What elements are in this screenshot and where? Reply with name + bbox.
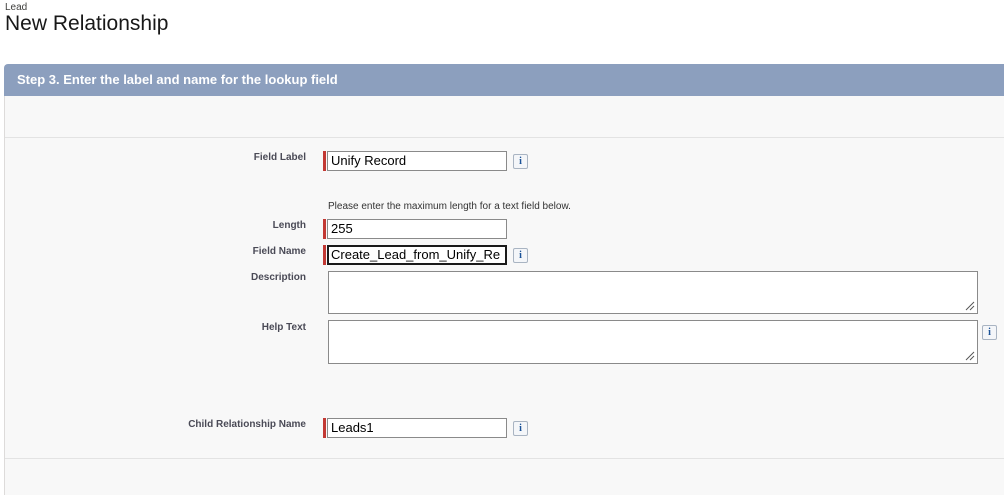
required-marker xyxy=(323,418,326,438)
description-textarea[interactable] xyxy=(328,271,978,314)
field-name-input[interactable]: Create_Lead_from_Unify_Re xyxy=(327,245,507,265)
resize-grip-icon[interactable] xyxy=(965,351,975,361)
help-text-textarea[interactable] xyxy=(328,320,978,364)
info-icon[interactable]: i xyxy=(513,248,528,263)
field-label-input[interactable]: Unify Record xyxy=(327,151,507,171)
form-top-band xyxy=(5,96,1004,138)
new-relationship-page: Lead New Relationship Step 3. Enter the … xyxy=(0,0,1004,495)
form-bottom-band xyxy=(5,458,1004,495)
required-marker xyxy=(323,151,326,171)
description-label: Description xyxy=(250,272,306,283)
length-hint: Please enter the maximum length for a te… xyxy=(328,201,571,212)
step-header: Step 3. Enter the label and name for the… xyxy=(4,64,1004,96)
step-title: Step 3. Enter the label and name for the… xyxy=(17,72,338,87)
resize-grip-icon[interactable] xyxy=(965,301,975,311)
info-icon[interactable]: i xyxy=(982,325,997,340)
child-relationship-name-label: Child Relationship Name xyxy=(188,419,306,430)
field-name-label: Field Name xyxy=(252,246,306,257)
required-marker xyxy=(323,245,326,265)
length-input[interactable]: 255 xyxy=(327,219,507,239)
info-icon[interactable]: i xyxy=(513,421,528,436)
length-label: Length xyxy=(272,220,306,231)
child-relationship-name-input[interactable]: Leads1 xyxy=(327,418,507,438)
info-icon[interactable]: i xyxy=(513,154,528,169)
help-text-label: Help Text xyxy=(261,322,306,333)
field-label-label: Field Label xyxy=(253,152,306,163)
required-marker xyxy=(323,219,326,239)
page-title: New Relationship xyxy=(5,12,169,35)
